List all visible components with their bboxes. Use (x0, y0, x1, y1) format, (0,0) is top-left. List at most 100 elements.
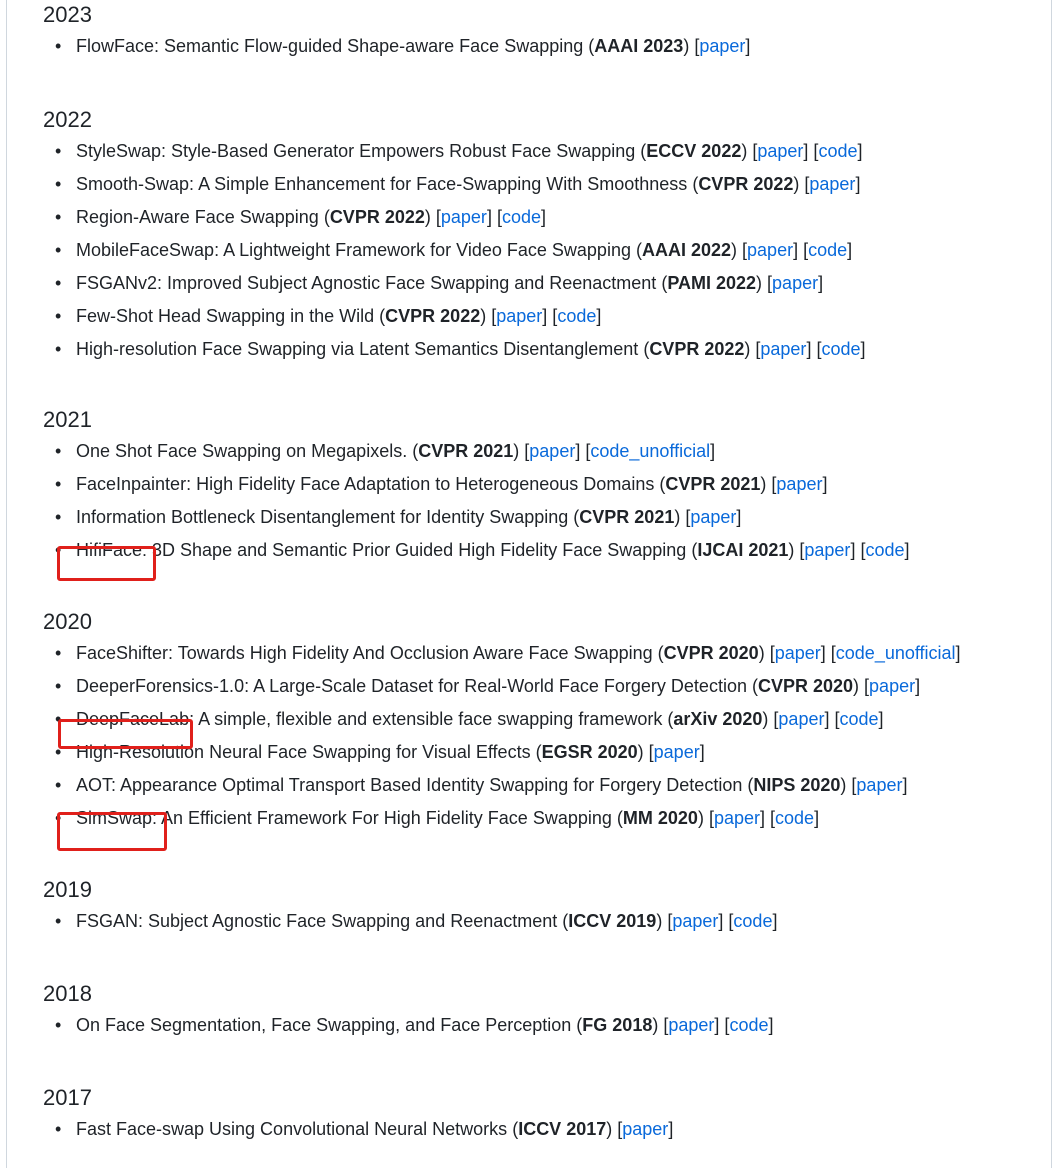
paper-link[interactable]: paper (699, 36, 745, 56)
paper-link[interactable]: paper (757, 141, 803, 161)
code-link[interactable]: code (775, 808, 814, 828)
paper-title: DeepFaceLab: A simple, flexible and exte… (76, 709, 663, 729)
paper-title: AOT: Appearance Optimal Transport Based … (76, 775, 743, 795)
paper-link[interactable]: paper (529, 441, 575, 461)
paper-venue: CVPR 2022 (385, 306, 481, 326)
paper-venue: IJCAI 2021 (697, 540, 789, 560)
paper-link[interactable]: paper (654, 742, 700, 762)
year-heading: 2020 (43, 609, 92, 634)
list-item: • High-Resolution Neural Face Swapping fo… (38, 736, 961, 769)
paper-link[interactable]: paper (690, 507, 736, 527)
list-item: • FaceShifter: Towards High Fidelity And … (38, 637, 961, 670)
paper-title: One Shot Face Swapping on Megapixels. (76, 441, 408, 461)
bullet-icon: • (55, 174, 62, 194)
year-section-2019: 2019 • FSGAN: Subject Agnostic Face Swappi… (43, 875, 777, 931)
code-link[interactable]: code (502, 207, 541, 227)
code-link[interactable]: code (729, 1015, 768, 1035)
paper-link[interactable]: paper (747, 240, 793, 260)
paper-venue: AAAI 2022 (641, 240, 732, 260)
paper-venue: CVPR 2021 (418, 441, 514, 461)
bullet-icon: • (55, 742, 62, 762)
paper-title: Fast Face-swap Using Convolutional Neura… (76, 1119, 508, 1139)
paper-title: FSGANv2: Improved Subject Agnostic Face … (76, 273, 657, 293)
list-item: • HifiFace: 3D Shape and Semantic Prior G… (38, 534, 910, 567)
paper-venue: ECCV 2022 (646, 141, 742, 161)
paper-title: High-resolution Face Swapping via Latent… (76, 339, 639, 359)
paper-venue: CVPR 2022 (329, 207, 425, 227)
year-heading: 2017 (43, 1085, 92, 1110)
bullet-icon: • (55, 339, 62, 359)
paper-title: HifiFace: 3D Shape and Semantic Prior Gu… (76, 540, 687, 560)
bullet-icon: • (55, 141, 62, 161)
paper-title: FSGAN: Subject Agnostic Face Swapping an… (76, 911, 558, 931)
paper-venue: AAAI 2023 (594, 36, 684, 56)
paper-link[interactable]: paper (856, 775, 902, 795)
code-link[interactable]: code (808, 240, 847, 260)
list-item: • Region-Aware Face Swapping (CVPR 2022) … (38, 201, 866, 234)
bullet-icon: • (55, 36, 62, 56)
code-unofficial-link[interactable]: code_unofficial (590, 441, 710, 461)
paper-link[interactable]: paper (760, 339, 806, 359)
bullet-icon: • (55, 273, 62, 293)
paper-title: Region-Aware Face Swapping (76, 207, 319, 227)
paper-link[interactable]: paper (496, 306, 542, 326)
paper-link[interactable]: paper (772, 273, 818, 293)
list-item: • One Shot Face Swapping on Megapixels. (… (38, 435, 910, 468)
paper-list: • StyleSwap: Style-Based Generator Empowe… (38, 135, 866, 366)
paper-title: High-Resolution Neural Face Swapping for… (76, 742, 531, 762)
paper-link[interactable]: paper (441, 207, 487, 227)
bullet-icon: • (55, 207, 62, 227)
paper-title: FaceInpainter: High Fidelity Face Adapta… (76, 474, 655, 494)
paper-venue: CVPR 2020 (663, 643, 759, 663)
code-link[interactable]: code (818, 141, 857, 161)
paper-title: DeeperForensics-1.0: A Large-Scale Datas… (76, 676, 747, 696)
bullet-icon: • (55, 808, 62, 828)
year-heading: 2019 (43, 877, 92, 902)
paper-link[interactable]: paper (672, 911, 718, 931)
list-item: • Fast Face-swap Using Convolutional Neur… (38, 1113, 673, 1146)
bullet-icon: • (55, 240, 62, 260)
paper-list: • One Shot Face Swapping on Megapixels. (… (38, 435, 910, 567)
paper-link[interactable]: paper (668, 1015, 714, 1035)
bullet-icon: • (55, 540, 62, 560)
code-link[interactable]: code (821, 339, 860, 359)
list-item: • Information Bottleneck Disentanglement … (38, 501, 910, 534)
list-item: • SimSwap: An Efficient Framework For Hig… (38, 802, 961, 835)
code-link[interactable]: code (840, 709, 879, 729)
paper-link[interactable]: paper (714, 808, 760, 828)
paper-title: FlowFace: Semantic Flow-guided Shape-awa… (76, 36, 584, 56)
code-link[interactable]: code (865, 540, 904, 560)
paper-venue: CVPR 2022 (649, 339, 745, 359)
paper-venue: MM 2020 (622, 808, 698, 828)
paper-list: • FaceShifter: Towards High Fidelity And … (38, 637, 961, 835)
year-section-2020: 2020 • FaceShifter: Towards High Fidelity … (43, 607, 961, 828)
paper-link[interactable]: paper (869, 676, 915, 696)
paper-link[interactable]: paper (778, 709, 824, 729)
paper-list: • FlowFace: Semantic Flow-guided Shape-aw… (38, 30, 750, 63)
paper-venue: CVPR 2020 (757, 676, 854, 696)
code-link[interactable]: code (557, 306, 596, 326)
list-item: • DeeperForensics-1.0: A Large-Scale Data… (38, 670, 961, 703)
code-link[interactable]: code (733, 911, 772, 931)
list-item: • MobileFaceSwap: A Lightweight Framework… (38, 234, 866, 267)
list-item: • Smooth-Swap: A Simple Enhancement for F… (38, 168, 866, 201)
paper-link[interactable]: paper (622, 1119, 668, 1139)
paper-link[interactable]: paper (804, 540, 850, 560)
bullet-icon: • (55, 643, 62, 663)
paper-title: Information Bottleneck Disentanglement f… (76, 507, 569, 527)
bullet-icon: • (55, 911, 62, 931)
bullet-icon: • (55, 775, 62, 795)
bullet-icon: • (55, 441, 62, 461)
list-item: • On Face Segmentation, Face Swapping, an… (38, 1009, 774, 1042)
paper-venue: NIPS 2020 (753, 775, 841, 795)
paper-link[interactable]: paper (776, 474, 822, 494)
paper-title: MobileFaceSwap: A Lightweight Framework … (76, 240, 631, 260)
paper-venue: ICCV 2017 (518, 1119, 607, 1139)
bullet-icon: • (55, 306, 62, 326)
paper-title: FaceShifter: Towards High Fidelity And O… (76, 643, 653, 663)
paper-venue: CVPR 2021 (665, 474, 761, 494)
paper-link[interactable]: paper (775, 643, 821, 663)
code-unofficial-link[interactable]: code_unofficial (836, 643, 956, 663)
year-heading: 2021 (43, 407, 92, 432)
paper-link[interactable]: paper (809, 174, 855, 194)
